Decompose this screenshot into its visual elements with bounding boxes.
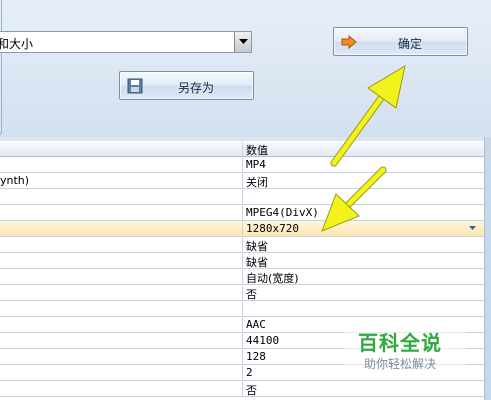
floppy-disk-icon: [127, 78, 143, 98]
property-value[interactable]: 否: [246, 382, 257, 398]
table-row[interactable]: 自动(宽度): [0, 269, 484, 285]
property-name: [0, 302, 243, 317]
watermark-title: 百科全说: [358, 327, 442, 356]
property-name: [0, 366, 243, 381]
table-row[interactable]: [0, 301, 484, 317]
property-name: [0, 190, 243, 205]
table-row-selected[interactable]: 1280x720: [0, 221, 484, 237]
preset-dropdown[interactable]: 和大小: [0, 31, 252, 53]
name-column-header[interactable]: [0, 142, 243, 157]
value-column-header[interactable]: 数值: [246, 142, 268, 158]
property-name: [0, 318, 243, 333]
ok-button[interactable]: 确定: [333, 27, 468, 56]
property-name: [0, 350, 243, 365]
property-name: [0, 222, 243, 237]
table-row[interactable]: 否: [0, 381, 484, 397]
watermark-subtitle: 助你轻松解决: [364, 355, 436, 372]
property-name: [0, 270, 243, 285]
preset-dropdown-value: 和大小: [0, 35, 33, 52]
property-value[interactable]: MPEG4(DivX): [246, 206, 319, 219]
settings-panel: 和大小 确定 另存为: [0, 0, 491, 137]
chevron-down-icon: [239, 39, 248, 44]
property-name: ynth): [0, 174, 243, 189]
property-name: [0, 206, 243, 221]
watermark-logo: 百科全说 助你轻松解决: [344, 323, 466, 379]
chevron-down-icon[interactable]: [469, 226, 476, 230]
save-as-button-label: 另存为: [178, 79, 214, 96]
save-as-button[interactable]: 另存为: [119, 71, 254, 100]
property-name: [0, 238, 243, 253]
property-value[interactable]: 44100: [246, 334, 279, 347]
property-name: [0, 334, 243, 349]
property-value[interactable]: 128: [246, 350, 266, 363]
panel-border: [0, 0, 2, 137]
table-row[interactable]: [0, 189, 484, 205]
property-value[interactable]: 否: [246, 286, 257, 302]
table-row[interactable]: MP4: [0, 157, 484, 173]
property-value[interactable]: 1280x720: [246, 222, 299, 235]
table-row[interactable]: 缺省: [0, 237, 484, 253]
property-value[interactable]: 缺省: [246, 254, 268, 270]
property-value[interactable]: 自动(宽度): [246, 270, 299, 286]
dropdown-arrow-button[interactable]: [234, 32, 251, 52]
arrow-right-icon: [341, 34, 357, 53]
property-value[interactable]: 关闭: [246, 174, 268, 190]
property-value[interactable]: 缺省: [246, 238, 268, 254]
property-name: [0, 382, 243, 397]
grid-header-row: 数值: [0, 141, 484, 157]
property-value[interactable]: MP4: [246, 158, 266, 171]
table-row[interactable]: MPEG4(DivX): [0, 205, 484, 221]
property-value[interactable]: 2: [246, 366, 253, 379]
table-row[interactable]: 否: [0, 285, 484, 301]
property-value[interactable]: AAC: [246, 318, 266, 331]
table-row[interactable]: ynth) 关闭: [0, 173, 484, 189]
scrollbar-track[interactable]: [484, 137, 491, 400]
property-name: [0, 286, 243, 301]
property-name: [0, 254, 243, 269]
property-name: [0, 158, 243, 173]
ok-button-label: 确定: [398, 35, 422, 52]
table-row[interactable]: 缺省: [0, 253, 484, 269]
